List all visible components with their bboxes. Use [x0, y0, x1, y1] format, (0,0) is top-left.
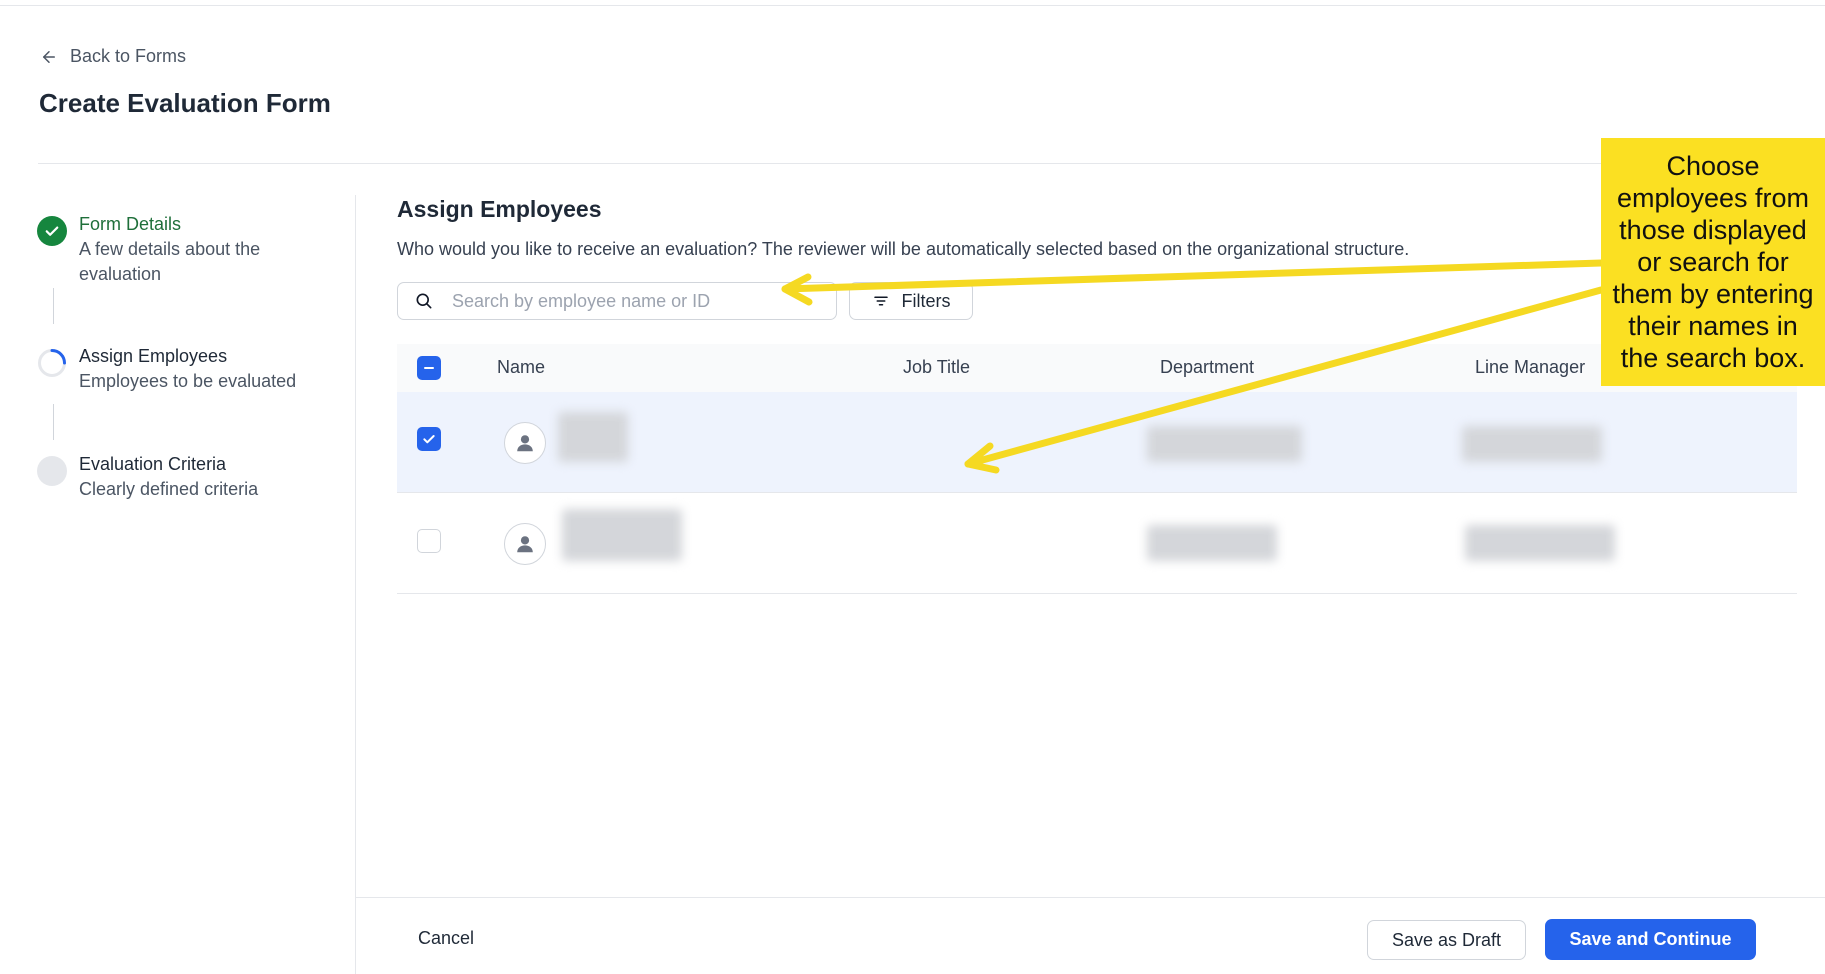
- back-to-forms-link[interactable]: Back to Forms: [40, 46, 186, 67]
- step-connector: [53, 288, 54, 324]
- step-form-details[interactable]: Form Details A few details about the eva…: [37, 212, 309, 287]
- redacted-department: [1147, 426, 1302, 462]
- redacted-line-manager: [1462, 426, 1602, 462]
- header-divider: [38, 163, 1825, 164]
- step-connector: [53, 404, 54, 440]
- redacted-line-manager: [1465, 525, 1615, 561]
- search-input[interactable]: [450, 289, 814, 313]
- select-all-checkbox[interactable]: [417, 356, 441, 380]
- sidebar-divider: [355, 195, 356, 974]
- user-icon: [517, 536, 533, 553]
- redacted-department: [1147, 525, 1277, 561]
- redacted-employee-name: [562, 509, 682, 561]
- top-bar-border: [0, 0, 1825, 6]
- save-as-draft-button[interactable]: Save as Draft: [1367, 920, 1526, 960]
- row-checkbox[interactable]: [417, 427, 441, 451]
- avatar: [504, 523, 546, 565]
- check-icon: [423, 435, 435, 444]
- row-checkbox[interactable]: [417, 529, 441, 553]
- annotation-text: Choose employees from those displayed or…: [1612, 151, 1814, 373]
- avatar: [504, 422, 546, 464]
- table-header: Name Job Title Department Line Manager: [397, 344, 1797, 392]
- column-header-job-title[interactable]: Job Title: [903, 357, 970, 378]
- redacted-employee-name: [558, 412, 628, 462]
- table-row[interactable]: [397, 493, 1797, 594]
- page-title: Create Evaluation Form: [39, 88, 331, 118]
- minus-icon: [424, 367, 434, 369]
- step-subtitle: Employees to be evaluated: [79, 371, 297, 391]
- save-and-continue-button[interactable]: Save and Continue: [1545, 919, 1756, 960]
- footer-divider: [356, 897, 1825, 898]
- step-assign-employees[interactable]: Assign Employees Employees to be evaluat…: [37, 344, 309, 394]
- pending-circle-icon: [37, 456, 67, 486]
- arrow-left-icon: [43, 50, 55, 63]
- step-evaluation-criteria[interactable]: Evaluation Criteria Clearly defined crit…: [37, 452, 309, 502]
- search-icon: [416, 293, 432, 309]
- step-subtitle: A few details about the evaluation: [79, 239, 261, 284]
- progress-ring-icon: [37, 348, 67, 378]
- check-circle-icon: [37, 216, 67, 246]
- search-field[interactable]: [397, 282, 837, 320]
- step-title: Assign Employees: [79, 346, 228, 366]
- column-header-line-manager[interactable]: Line Manager: [1475, 357, 1585, 378]
- annotation-callout: Choose employees from those displayed or…: [1601, 138, 1825, 386]
- section-title: Assign Employees: [397, 196, 602, 222]
- employees-table: Name Job Title Department Line Manager: [397, 344, 1797, 594]
- step-title: Form Details: [79, 214, 182, 234]
- cancel-button[interactable]: Cancel: [400, 920, 492, 956]
- section-description: Who would you like to receive an evaluat…: [397, 239, 1410, 259]
- back-link-label: Back to Forms: [70, 46, 187, 66]
- filters-button[interactable]: Filters: [849, 282, 973, 320]
- user-icon: [517, 435, 533, 452]
- column-header-department[interactable]: Department: [1160, 357, 1254, 378]
- step-title: Evaluation Criteria: [79, 454, 227, 474]
- filters-label: Filters: [901, 290, 951, 311]
- table-row[interactable]: [397, 392, 1797, 493]
- column-header-name[interactable]: Name: [497, 357, 545, 378]
- step-subtitle: Clearly defined criteria: [79, 479, 259, 499]
- filter-lines-icon: [873, 296, 888, 306]
